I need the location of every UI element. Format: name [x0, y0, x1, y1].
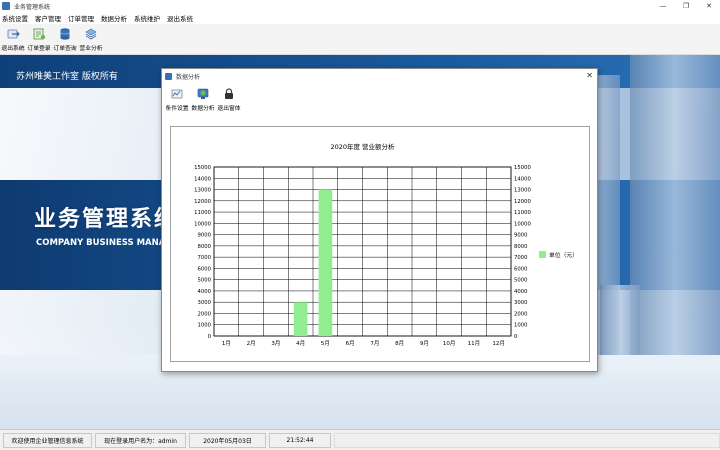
menu-data-analysis[interactable]: 数据分析: [101, 13, 127, 23]
legend-swatch: [539, 251, 546, 258]
y-tick-label-right: 5000: [514, 278, 528, 284]
y-tick-label-right: 14000: [514, 176, 531, 182]
status-bar: 欢迎使用企业管理信息系统 现在登录用户名为：admin 2020年05月03日 …: [0, 429, 720, 450]
legend-label: 单位（元）: [549, 251, 578, 259]
y-tick-label-right: 9000: [514, 233, 528, 239]
dialog-close-button[interactable]: ✕: [586, 71, 593, 80]
chart-title: 2020年度 营业额分析: [330, 142, 395, 151]
y-tick-label-right: 13000: [514, 188, 531, 194]
x-tick-label: 5月: [321, 340, 330, 347]
banner-title: 业务管理系统: [34, 207, 179, 232]
revenue-chart-svg: 2020年度 营业额分析 0 0 1000 1000 2000 2000 3000 3000 40…: [194, 142, 578, 347]
banner-subtitle: COMPANY BUSINESS MANAG: [36, 238, 173, 248]
toolbar-business-analysis-button[interactable]: 营业分析: [78, 24, 104, 55]
y-tick-label-left: 4000: [198, 289, 212, 295]
x-tick-label: 6月: [346, 340, 355, 347]
y-tick-label-left: 7000: [198, 255, 212, 261]
menu-customer-management[interactable]: 客户管理: [35, 13, 61, 23]
y-tick-label-right: 11000: [514, 210, 531, 216]
y-tick-label-left: 10000: [194, 221, 211, 227]
main-toolbar: 退出系统 订单登录 订单查询 营业分析: [0, 24, 720, 55]
y-tick-label-right: 12000: [514, 199, 531, 205]
y-tick-label-right: 0: [514, 334, 518, 340]
y-tick-label-left: 6000: [198, 266, 212, 272]
status-empty-panel: [334, 432, 720, 448]
order-entry-icon: [33, 28, 46, 40]
dialog-condition-button[interactable]: 条件设置: [164, 84, 190, 115]
y-tick-label-right: 10000: [514, 221, 531, 227]
maximize-button[interactable]: ❐: [675, 0, 697, 12]
minimize-button[interactable]: —: [652, 0, 674, 12]
dialog-title: 数据分析: [176, 74, 201, 81]
app-title: 业务管理系统: [14, 3, 51, 11]
y-tick-label-right: 2000: [514, 311, 528, 317]
y-tick-label-right: 6000: [514, 266, 528, 272]
y-tick-label-left: 3000: [198, 300, 212, 306]
condition-icon: [171, 89, 183, 99]
app-icon: [2, 2, 10, 10]
toolbar-order-entry-button[interactable]: 订单登录: [26, 24, 52, 55]
y-tick-label-left: 8000: [198, 244, 212, 250]
dialog-icon: [165, 73, 172, 80]
y-tick-label-left: 9000: [198, 233, 212, 239]
y-tick-label-right: 15000: [514, 165, 531, 171]
y-tick-label-right: 1000: [514, 323, 528, 329]
app-titlebar: 业务管理系统 — ❐ ✕: [0, 0, 720, 12]
x-tick-label: 3月: [271, 340, 280, 347]
toolbar-exit-button[interactable]: 退出系统: [0, 24, 26, 55]
toolbar-order-query-button[interactable]: 订单查询: [52, 24, 78, 55]
y-tick-label-left: 0: [208, 334, 212, 340]
copyright-text: 苏州唯美工作室 版权所有: [16, 72, 118, 82]
y-tick-label-right: 3000: [514, 300, 528, 306]
analysis-icon: [85, 28, 97, 40]
dialog-exit-button[interactable]: 退出窗体: [216, 84, 242, 115]
bar-4月: [293, 302, 308, 336]
dialog-toolbar: 条件设置 数据分析 退出窗体: [162, 84, 597, 116]
y-tick-label-left: 2000: [198, 311, 212, 317]
x-tick-label: 10月: [443, 340, 456, 347]
y-tick-label-right: 8000: [514, 244, 528, 250]
x-tick-label: 9月: [420, 340, 429, 347]
x-tick-label: 11月: [468, 340, 481, 347]
x-tick-label: 8月: [395, 340, 404, 347]
data-analysis-icon: [197, 88, 209, 99]
y-tick-label-left: 12000: [194, 199, 211, 205]
menu-system-maintenance[interactable]: 系统维护: [134, 13, 160, 23]
y-tick-label-left: 15000: [194, 165, 211, 171]
status-welcome: 欢迎使用企业管理信息系统: [3, 432, 92, 448]
y-tick-label-left: 11000: [194, 210, 211, 216]
x-tick-label: 7月: [370, 340, 379, 347]
bar-5月: [318, 189, 333, 336]
menu-system-settings[interactable]: 系统设置: [2, 13, 28, 23]
y-tick-label-left: 14000: [194, 176, 211, 182]
y-tick-label-right: 4000: [514, 289, 528, 295]
lock-icon: [225, 88, 233, 99]
menu-bar: 系统设置 客户管理 订单管理 数据分析 系统维护 退出系统: [0, 12, 720, 24]
x-tick-label: 4月: [296, 340, 305, 347]
dialog-data-analysis-button[interactable]: 数据分析: [190, 84, 216, 115]
menu-exit-system[interactable]: 退出系统: [167, 13, 193, 23]
dialog-titlebar: 数据分析 ✕: [162, 69, 597, 84]
y-tick-label-right: 7000: [514, 255, 528, 261]
data-analysis-dialog: 数据分析 ✕ 条件设置 数据分析 退出窗体 2020年度 营业额分析 0 0 1000…: [161, 68, 598, 372]
exit-icon: [7, 29, 20, 39]
status-time: 21:52:44: [269, 432, 331, 448]
menu-order-management[interactable]: 订单管理: [68, 13, 94, 23]
x-tick-label: 1月: [222, 340, 231, 347]
revenue-chart: 2020年度 营业额分析 0 0 1000 1000 2000 2000 3000 3000 40…: [170, 126, 590, 362]
x-tick-label: 12月: [492, 340, 505, 347]
status-date: 2020年05月03日: [189, 432, 266, 448]
y-tick-label-left: 5000: [198, 278, 212, 284]
x-tick-label: 2月: [247, 340, 256, 347]
order-query-icon: [60, 28, 70, 40]
status-user: 现在登录用户名为：admin: [95, 432, 186, 448]
y-tick-label-left: 1000: [198, 323, 212, 329]
close-button[interactable]: ✕: [698, 0, 720, 12]
y-tick-label-left: 13000: [194, 188, 211, 194]
